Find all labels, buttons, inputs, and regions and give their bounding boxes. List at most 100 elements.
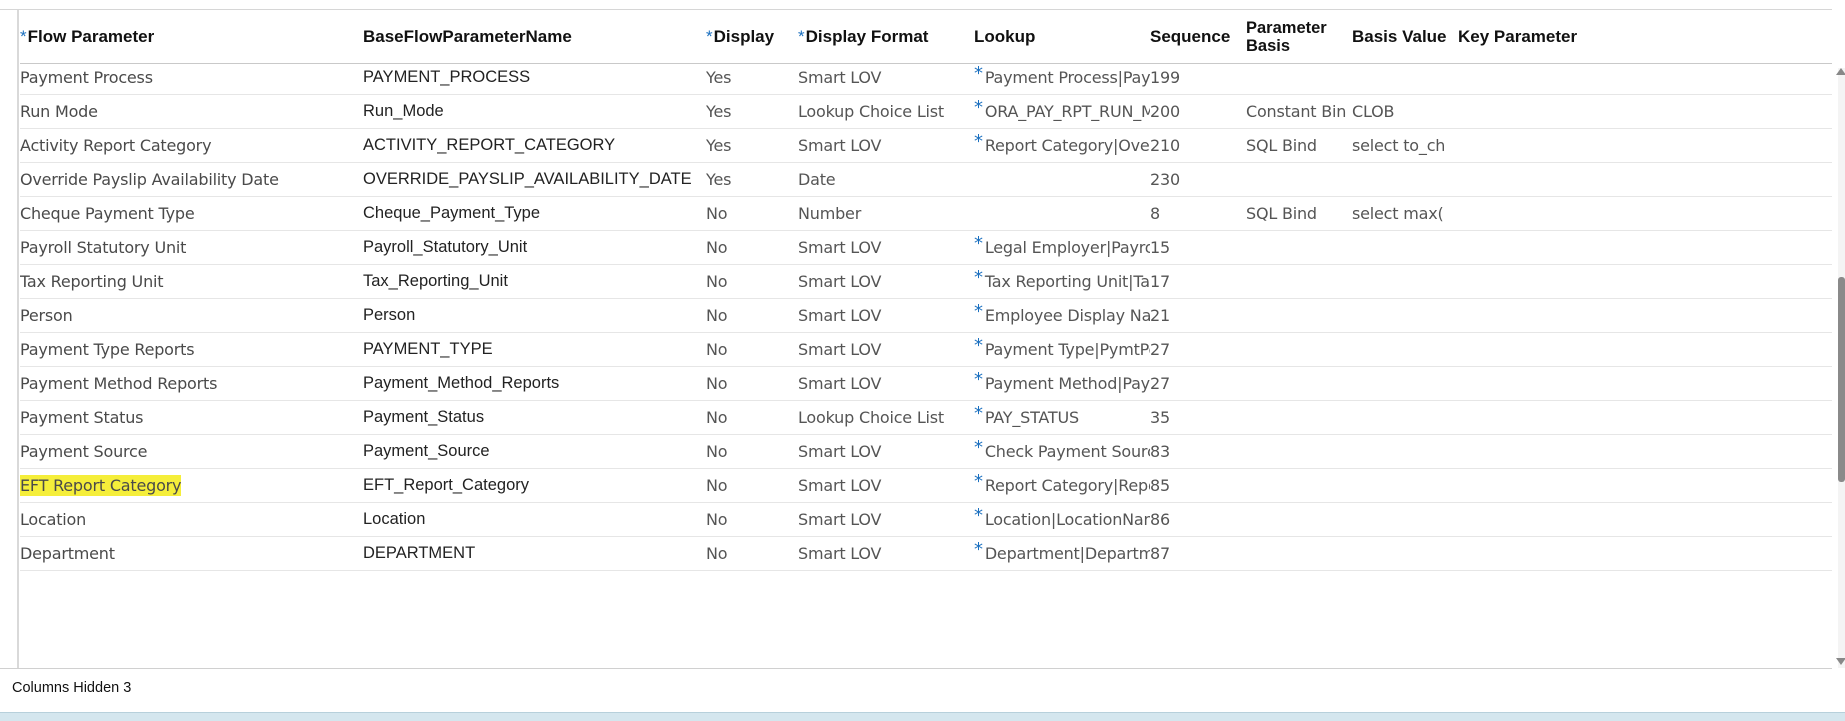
table-header: * Flow Parameter BaseFlowParameterName *…	[20, 10, 1832, 64]
display-cell: No	[706, 230, 796, 264]
display-cell: No	[706, 264, 796, 298]
table-row[interactable]: Person Person No Smart LOV * Employee Display…	[20, 298, 1832, 333]
base-flow-parameter-name-cell: Payment_Source	[363, 434, 703, 468]
table-row[interactable]: Payment Status Payment_Status No Lookup Cho…	[20, 400, 1832, 435]
flow-parameter-cell[interactable]: Tax Reporting Unit	[20, 264, 360, 298]
display-cell-text: Yes	[706, 135, 732, 155]
basis-value-cell	[1352, 434, 1444, 468]
parameter-basis-cell	[1246, 502, 1346, 536]
lookup-cell[interactable]: *Employee Display Name|Pe	[974, 298, 1150, 332]
flow-parameter-cell[interactable]: Activity Report Category	[20, 128, 360, 162]
table-row[interactable]: Override Payslip Availability Date OVERRI…	[20, 162, 1832, 197]
display-format-cell: Smart LOV	[798, 128, 968, 162]
column-header-basis-value[interactable]: Basis Value	[1352, 10, 1452, 63]
display-cell-text: No	[706, 373, 728, 393]
scroll-down-arrow-icon[interactable]	[1836, 658, 1845, 665]
table-row[interactable]: Activity Report Category ACTIVITY_REPORT_…	[20, 128, 1832, 163]
table-row[interactable]: Payroll Statutory Unit Payroll_Statutory_…	[20, 230, 1832, 265]
scroll-up-arrow-icon[interactable]	[1836, 68, 1845, 75]
header-label: Display	[713, 26, 775, 46]
column-header-display-format[interactable]: * Display Format	[798, 10, 968, 63]
lookup-cell[interactable]: *Legal Employer|PayrollStat	[974, 230, 1150, 264]
lookup-cell[interactable]: *Payment Process|PaymentP	[974, 60, 1150, 94]
parameter-basis-cell	[1246, 434, 1346, 468]
table-row[interactable]: Payment Source Payment_Source No Smart LOV *…	[20, 434, 1832, 469]
lookup-cell[interactable]: *Tax Reporting Unit|TaxRep	[974, 264, 1150, 298]
table-row[interactable]: Payment Process PAYMENT_PROCESS Yes Smart L…	[20, 60, 1832, 95]
flow-parameter-cell[interactable]: Cheque Payment Type	[20, 196, 360, 230]
display-cell: No	[706, 366, 796, 400]
parameter-basis-cell	[1246, 230, 1346, 264]
base-flow-parameter-name-cell: Location	[363, 502, 703, 536]
flow-parameter-cell[interactable]: Override Payslip Availability Date	[20, 162, 360, 196]
lookup-cell[interactable]	[974, 162, 1150, 196]
lookup-cell[interactable]: *Payment Method|Payment	[974, 366, 1150, 400]
base-flow-parameter-name-cell: OVERRIDE_PAYSLIP_AVAILABILITY_DATE	[363, 162, 703, 196]
column-header-parameter-basis[interactable]: Parameter Basis	[1246, 10, 1336, 63]
table-row[interactable]: Run Mode Run_Mode Yes Lookup Choice List * OR…	[20, 94, 1832, 129]
flow-parameter-cell[interactable]: Payment Source	[20, 434, 360, 468]
required-marker: *	[974, 436, 983, 458]
parameter-basis-cell: SQL Bind	[1246, 196, 1346, 230]
sequence-cell: 85	[1150, 468, 1240, 502]
display-cell-text: No	[706, 339, 728, 359]
table-row[interactable]: Cheque Payment Type Cheque_Payment_Type No…	[20, 196, 1832, 231]
parameter-basis-cell: Constant Bind	[1246, 94, 1346, 128]
lookup-cell[interactable]: *Report Category|ReportCa	[974, 468, 1150, 502]
flow-parameter-cell[interactable]: Location	[20, 502, 360, 536]
flow-parameter-cell[interactable]: Department	[20, 536, 360, 570]
flow-parameter-cell[interactable]: EFT Report Category	[20, 468, 360, 502]
display-format-cell: Smart LOV	[798, 434, 968, 468]
sequence-cell-text: 8	[1150, 203, 1160, 223]
lookup-cell[interactable]: *Location|LocationNamePV	[974, 502, 1150, 536]
column-header-display[interactable]: * Display	[706, 10, 796, 63]
basis-value-cell	[1352, 332, 1444, 366]
columns-hidden-status[interactable]: Columns Hidden 3	[12, 680, 131, 696]
flow-parameter-cell[interactable]: Payment Method Reports	[20, 366, 360, 400]
lookup-cell[interactable]: *ORA_PAY_RPT_RUN_MODE	[974, 94, 1150, 128]
lookup-cell-text: Location|LocationNamePV	[984, 509, 1150, 529]
table-row[interactable]: Department DEPARTMENT No Smart LOV * Departme…	[20, 536, 1832, 571]
table-row[interactable]: EFT Report Category EFT_Report_Category No…	[20, 468, 1832, 503]
header-label: Lookup	[974, 26, 1036, 46]
flow-parameter-cell[interactable]: Person	[20, 298, 360, 332]
sequence-cell-text: 83	[1150, 441, 1170, 461]
header-label: Sequence	[1150, 26, 1231, 46]
flow-parameter-cell[interactable]: Run Mode	[20, 94, 360, 128]
flow-parameter-cell[interactable]: Payment Type Reports	[20, 332, 360, 366]
lookup-cell-text: Department|DepartmentP	[984, 543, 1150, 563]
sequence-cell: 230	[1150, 162, 1240, 196]
base-flow-parameter-name-cell: Payment_Method_Reports	[363, 366, 703, 400]
lookup-cell[interactable]	[974, 196, 1150, 230]
display-format-cell-text: Smart LOV	[798, 67, 882, 87]
flow-parameter-cell[interactable]: Payroll Statutory Unit	[20, 230, 360, 264]
column-header-sequence[interactable]: Sequence	[1150, 10, 1240, 63]
display-format-cell: Date	[798, 162, 968, 196]
lookup-cell[interactable]: * PAY_STATUS	[974, 400, 1150, 434]
table-row[interactable]: Location Location No Smart LOV * Location|Loc…	[20, 502, 1832, 537]
required-marker: *	[974, 334, 983, 356]
required-marker: *	[974, 470, 983, 492]
lookup-cell[interactable]: *Check Payment Source|Che	[974, 434, 1150, 468]
table-row[interactable]: Payment Type Reports PAYMENT_TYPE No Smart …	[20, 332, 1832, 367]
required-marker: *	[974, 504, 983, 526]
lookup-cell[interactable]: *Department|DepartmentP	[974, 536, 1150, 570]
lookup-cell[interactable]: *Payment Type|PymtPerPay	[974, 332, 1150, 366]
sequence-cell-text: 35	[1150, 407, 1170, 427]
column-header-key-parameter[interactable]: Key Parameter	[1458, 10, 1577, 63]
flow-parameter-cell[interactable]: Payment Process	[20, 60, 360, 94]
basis-value-cell-text: select max(B...	[1352, 203, 1444, 223]
flow-parameter-cell[interactable]: Payment Status	[20, 400, 360, 434]
lookup-cell-text: PAY_STATUS	[984, 407, 1079, 427]
scrollbar-thumb[interactable]	[1838, 277, 1845, 482]
table-row[interactable]: Tax Reporting Unit Tax_Reporting_Unit No Sm…	[20, 264, 1832, 299]
column-header-base-flow-parameter-name[interactable]: BaseFlowParameterName	[363, 10, 703, 63]
display-cell-text: No	[706, 543, 728, 563]
column-header-flow-parameter[interactable]: * Flow Parameter	[20, 10, 360, 63]
lookup-cell[interactable]: *Report Category|Overridin	[974, 128, 1150, 162]
table-row[interactable]: Payment Method Reports Payment_Method_Rep…	[20, 366, 1832, 401]
display-format-cell-text: Smart LOV	[798, 373, 882, 393]
column-header-lookup[interactable]: Lookup	[974, 10, 1144, 63]
sequence-cell-text: 15	[1150, 237, 1170, 257]
base-flow-parameter-name-cell-text: Payment_Status	[363, 407, 485, 426]
